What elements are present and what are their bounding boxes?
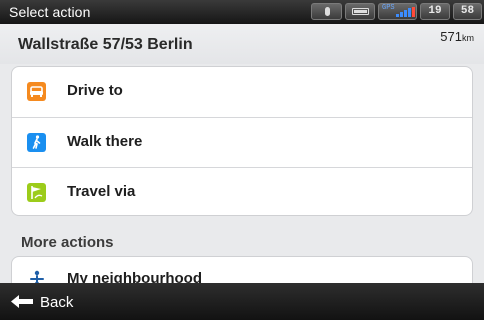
pedestrian-icon <box>27 133 46 152</box>
back-label: Back <box>40 294 74 311</box>
action-travel-via[interactable]: Travel via <box>12 167 472 217</box>
action-walk-there[interactable]: Walk there <box>12 117 472 167</box>
gps-indicator: GPS <box>378 3 417 20</box>
action-label: Drive to <box>67 82 123 99</box>
back-arrow-icon <box>10 294 34 309</box>
action-label: Travel via <box>67 183 136 200</box>
screen-title: Select action <box>9 4 91 20</box>
destination-header: Wallstraße 57/53 Berlin 571km <box>0 24 484 64</box>
action-list: Drive to Walk there Travel via <box>11 66 473 216</box>
microphone-indicator[interactable] <box>311 3 342 20</box>
action-drive-to[interactable]: Drive to <box>12 67 472 117</box>
battery-indicator <box>345 3 375 20</box>
gps-label: GPS <box>382 4 395 12</box>
distance-value: 571 <box>440 29 462 44</box>
clock-hours: 19 <box>420 3 450 20</box>
action-label: Walk there <box>67 133 143 150</box>
distance-readout: 571km <box>440 29 474 44</box>
distance-unit: km <box>462 33 474 43</box>
back-button[interactable]: Back <box>0 283 484 320</box>
status-bar: Select action GPS 19 58 <box>0 0 484 24</box>
battery-icon <box>352 8 369 15</box>
travel-via-flag-icon <box>27 183 46 202</box>
clock-minutes: 58 <box>453 3 482 20</box>
microphone-icon <box>325 7 330 16</box>
car-icon <box>27 82 46 101</box>
gps-signal-icon <box>396 7 416 17</box>
destination-address: Wallstraße 57/53 Berlin <box>18 36 193 53</box>
more-actions-heading: More actions <box>21 234 114 251</box>
